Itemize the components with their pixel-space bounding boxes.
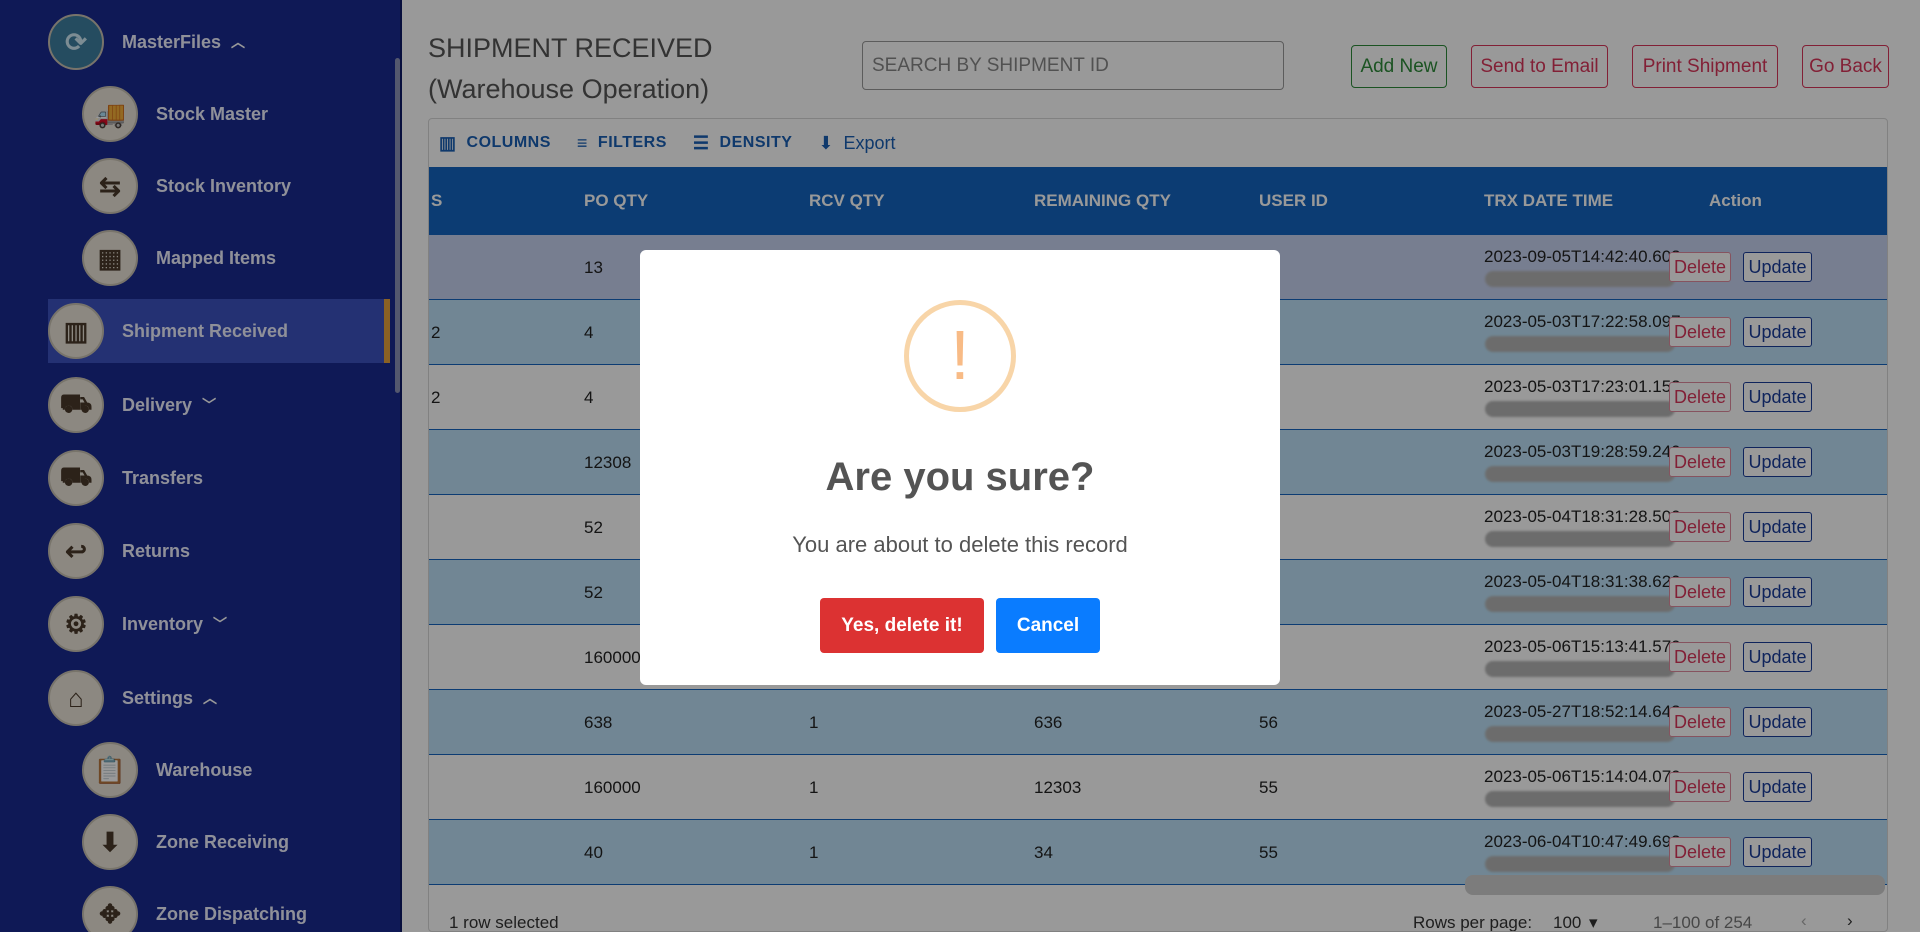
confirm-delete-button[interactable]: Yes, delete it! xyxy=(820,598,984,653)
confirm-delete-dialog: ! Are you sure? You are about to delete … xyxy=(640,250,1280,685)
warning-icon: ! xyxy=(904,300,1016,412)
dialog-title: Are you sure? xyxy=(825,455,1095,499)
cancel-button[interactable]: Cancel xyxy=(996,598,1100,653)
dialog-text: You are about to delete this record xyxy=(792,532,1128,557)
